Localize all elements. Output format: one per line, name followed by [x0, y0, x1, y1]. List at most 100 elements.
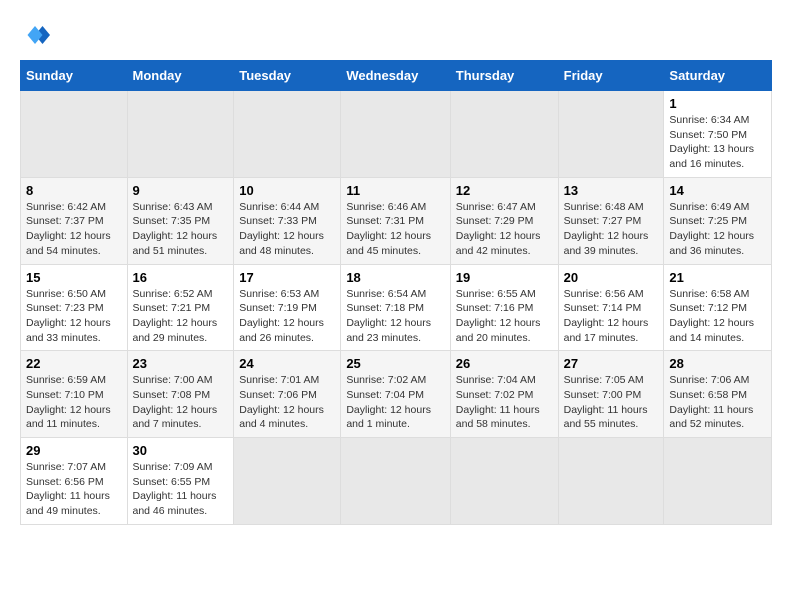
day-info: Sunrise: 6:42 AMSunset: 7:37 PMDaylight:…: [26, 200, 122, 259]
day-number: 26: [456, 356, 553, 371]
day-number: 14: [669, 183, 766, 198]
day-cell: 21 Sunrise: 6:58 AMSunset: 7:12 PMDayligh…: [664, 264, 772, 351]
day-number: 8: [26, 183, 122, 198]
header-friday: Friday: [558, 61, 664, 91]
day-info: Sunrise: 7:09 AMSunset: 6:55 PMDaylight:…: [133, 460, 229, 519]
day-cell: 24 Sunrise: 7:01 AMSunset: 7:06 PMDayligh…: [234, 351, 341, 438]
day-number: 22: [26, 356, 122, 371]
calendar-table: SundayMondayTuesdayWednesdayThursdayFrid…: [20, 60, 772, 525]
day-cell: 9 Sunrise: 6:43 AMSunset: 7:35 PMDaylight…: [127, 177, 234, 264]
day-cell: [341, 91, 450, 178]
day-info: Sunrise: 7:01 AMSunset: 7:06 PMDaylight:…: [239, 373, 335, 432]
day-cell: [558, 91, 664, 178]
day-cell: 28 Sunrise: 7:06 AMSunset: 6:58 PMDayligh…: [664, 351, 772, 438]
day-number: 17: [239, 270, 335, 285]
day-number: 1: [669, 96, 766, 111]
day-cell: 20 Sunrise: 6:56 AMSunset: 7:14 PMDayligh…: [558, 264, 664, 351]
day-info: Sunrise: 6:53 AMSunset: 7:19 PMDaylight:…: [239, 287, 335, 346]
day-cell: [558, 438, 664, 525]
day-cell: [21, 91, 128, 178]
day-cell: 14 Sunrise: 6:49 AMSunset: 7:25 PMDayligh…: [664, 177, 772, 264]
day-cell: [450, 91, 558, 178]
day-cell: [341, 438, 450, 525]
day-info: Sunrise: 7:04 AMSunset: 7:02 PMDaylight:…: [456, 373, 553, 432]
day-info: Sunrise: 6:46 AMSunset: 7:31 PMDaylight:…: [346, 200, 444, 259]
week-row-1: 8 Sunrise: 6:42 AMSunset: 7:37 PMDaylight…: [21, 177, 772, 264]
logo: [20, 20, 54, 50]
day-cell: 16 Sunrise: 6:52 AMSunset: 7:21 PMDayligh…: [127, 264, 234, 351]
day-info: Sunrise: 6:55 AMSunset: 7:16 PMDaylight:…: [456, 287, 553, 346]
week-row-2: 15 Sunrise: 6:50 AMSunset: 7:23 PMDayligh…: [21, 264, 772, 351]
day-cell: [127, 91, 234, 178]
day-number: 10: [239, 183, 335, 198]
day-info: Sunrise: 7:00 AMSunset: 7:08 PMDaylight:…: [133, 373, 229, 432]
day-cell: 11 Sunrise: 6:46 AMSunset: 7:31 PMDayligh…: [341, 177, 450, 264]
day-cell: 1 Sunrise: 6:34 AMSunset: 7:50 PMDaylight…: [664, 91, 772, 178]
day-info: Sunrise: 6:56 AMSunset: 7:14 PMDaylight:…: [564, 287, 659, 346]
day-number: 29: [26, 443, 122, 458]
day-cell: 13 Sunrise: 6:48 AMSunset: 7:27 PMDayligh…: [558, 177, 664, 264]
header-monday: Monday: [127, 61, 234, 91]
day-info: Sunrise: 6:43 AMSunset: 7:35 PMDaylight:…: [133, 200, 229, 259]
week-row-4: 29 Sunrise: 7:07 AMSunset: 6:56 PMDayligh…: [21, 438, 772, 525]
day-cell: 25 Sunrise: 7:02 AMSunset: 7:04 PMDayligh…: [341, 351, 450, 438]
page-header: [20, 20, 772, 50]
day-info: Sunrise: 7:06 AMSunset: 6:58 PMDaylight:…: [669, 373, 766, 432]
day-cell: [664, 438, 772, 525]
day-info: Sunrise: 7:05 AMSunset: 7:00 PMDaylight:…: [564, 373, 659, 432]
logo-icon: [20, 20, 50, 50]
day-number: 15: [26, 270, 122, 285]
day-number: 13: [564, 183, 659, 198]
day-cell: 17 Sunrise: 6:53 AMSunset: 7:19 PMDayligh…: [234, 264, 341, 351]
day-cell: 12 Sunrise: 6:47 AMSunset: 7:29 PMDayligh…: [450, 177, 558, 264]
day-cell: 8 Sunrise: 6:42 AMSunset: 7:37 PMDaylight…: [21, 177, 128, 264]
day-number: 30: [133, 443, 229, 458]
header-sunday: Sunday: [21, 61, 128, 91]
day-info: Sunrise: 6:48 AMSunset: 7:27 PMDaylight:…: [564, 200, 659, 259]
day-cell: 26 Sunrise: 7:04 AMSunset: 7:02 PMDayligh…: [450, 351, 558, 438]
day-number: 18: [346, 270, 444, 285]
day-cell: [234, 91, 341, 178]
day-cell: 27 Sunrise: 7:05 AMSunset: 7:00 PMDayligh…: [558, 351, 664, 438]
day-number: 11: [346, 183, 444, 198]
day-number: 20: [564, 270, 659, 285]
day-info: Sunrise: 6:44 AMSunset: 7:33 PMDaylight:…: [239, 200, 335, 259]
day-number: 23: [133, 356, 229, 371]
day-cell: [450, 438, 558, 525]
day-info: Sunrise: 7:07 AMSunset: 6:56 PMDaylight:…: [26, 460, 122, 519]
header-row: SundayMondayTuesdayWednesdayThursdayFrid…: [21, 61, 772, 91]
week-row-3: 22 Sunrise: 6:59 AMSunset: 7:10 PMDayligh…: [21, 351, 772, 438]
day-info: Sunrise: 7:02 AMSunset: 7:04 PMDaylight:…: [346, 373, 444, 432]
day-info: Sunrise: 6:59 AMSunset: 7:10 PMDaylight:…: [26, 373, 122, 432]
day-number: 16: [133, 270, 229, 285]
week-row-0: 1 Sunrise: 6:34 AMSunset: 7:50 PMDaylight…: [21, 91, 772, 178]
day-number: 12: [456, 183, 553, 198]
day-number: 24: [239, 356, 335, 371]
day-info: Sunrise: 6:49 AMSunset: 7:25 PMDaylight:…: [669, 200, 766, 259]
day-cell: 19 Sunrise: 6:55 AMSunset: 7:16 PMDayligh…: [450, 264, 558, 351]
header-tuesday: Tuesday: [234, 61, 341, 91]
day-info: Sunrise: 6:58 AMSunset: 7:12 PMDaylight:…: [669, 287, 766, 346]
day-info: Sunrise: 6:54 AMSunset: 7:18 PMDaylight:…: [346, 287, 444, 346]
day-cell: 18 Sunrise: 6:54 AMSunset: 7:18 PMDayligh…: [341, 264, 450, 351]
day-number: 27: [564, 356, 659, 371]
day-cell: 15 Sunrise: 6:50 AMSunset: 7:23 PMDayligh…: [21, 264, 128, 351]
day-cell: 29 Sunrise: 7:07 AMSunset: 6:56 PMDayligh…: [21, 438, 128, 525]
day-cell: 23 Sunrise: 7:00 AMSunset: 7:08 PMDayligh…: [127, 351, 234, 438]
day-info: Sunrise: 6:50 AMSunset: 7:23 PMDaylight:…: [26, 287, 122, 346]
day-cell: [234, 438, 341, 525]
header-wednesday: Wednesday: [341, 61, 450, 91]
day-cell: 22 Sunrise: 6:59 AMSunset: 7:10 PMDayligh…: [21, 351, 128, 438]
day-number: 21: [669, 270, 766, 285]
day-info: Sunrise: 6:47 AMSunset: 7:29 PMDaylight:…: [456, 200, 553, 259]
day-info: Sunrise: 6:34 AMSunset: 7:50 PMDaylight:…: [669, 113, 766, 172]
day-number: 28: [669, 356, 766, 371]
day-info: Sunrise: 6:52 AMSunset: 7:21 PMDaylight:…: [133, 287, 229, 346]
day-number: 25: [346, 356, 444, 371]
day-cell: 10 Sunrise: 6:44 AMSunset: 7:33 PMDayligh…: [234, 177, 341, 264]
header-saturday: Saturday: [664, 61, 772, 91]
day-number: 9: [133, 183, 229, 198]
header-thursday: Thursday: [450, 61, 558, 91]
day-number: 19: [456, 270, 553, 285]
day-cell: 30 Sunrise: 7:09 AMSunset: 6:55 PMDayligh…: [127, 438, 234, 525]
